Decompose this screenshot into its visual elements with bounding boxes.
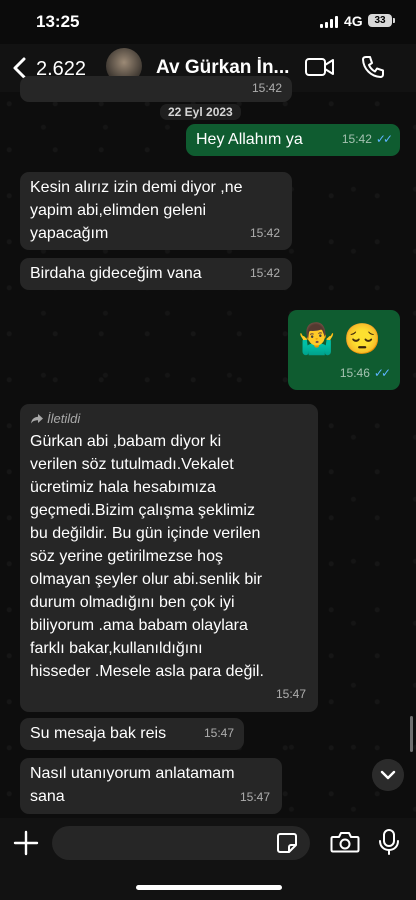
message-line: yapacağım (30, 225, 109, 242)
message-text: Su mesaja bak reis (30, 725, 167, 742)
signal-icon (320, 16, 340, 28)
message-line: geçmedi.Bizim çalışma şeklimiz (30, 502, 255, 519)
message-time: 15:47 (203, 726, 234, 740)
message-input[interactable] (52, 826, 310, 860)
message-meta: 15:46 ✓✓ (339, 362, 391, 385)
message-line: yapim abi,elimden geleni (30, 202, 207, 219)
message-time: 15:42 (341, 132, 372, 146)
message-text: Birdaha gideceğim vana (30, 265, 202, 282)
scroll-indicator[interactable] (410, 716, 413, 752)
microphone-icon[interactable] (378, 828, 400, 856)
forwarded-text: İletildi (47, 411, 81, 426)
message-bubble-incoming[interactable]: Kesin alırız izin demi diyor ,ne yapim a… (20, 172, 292, 250)
message-bubble-incoming[interactable]: Nasıl utanıyorum anlatamam sana 15:47 (20, 758, 282, 814)
camera-icon[interactable] (330, 830, 360, 854)
message-line: sana (30, 788, 65, 805)
message-line: Nasıl utanıyorum anlatamam (30, 765, 235, 782)
chevron-down-icon[interactable] (372, 759, 404, 791)
forwarded-label: İletildi (30, 410, 308, 428)
message-line: Kesin alırız izin demi diyor ,ne (30, 179, 243, 196)
date-separator: 22 Eyl 2023 (160, 104, 241, 120)
message-bubble-incoming[interactable]: Birdaha gideceğim vana 15:42 (20, 258, 292, 290)
read-ticks-icon: ✓✓ (373, 366, 391, 380)
home-indicator (136, 885, 282, 890)
message-time: 15:47 (275, 687, 306, 701)
message-line: bu değildir. Bu gün içinde verilen (30, 525, 261, 542)
message-line: biliyorum .ama babam olaylara (30, 617, 248, 634)
read-ticks-icon: ✓✓ (375, 132, 393, 146)
message-time: 15:42 (249, 226, 280, 240)
message-text: Hey Allahım ya (196, 131, 303, 148)
message-line: durum olmadığını ben çok iyi (30, 594, 235, 611)
status-bar: 13:25 4G 33 (0, 0, 416, 44)
message-bubble-outgoing-emoji[interactable]: 🤷‍♂️ 😔 15:46 ✓✓ (288, 310, 400, 390)
message-time: 15:42 (251, 81, 282, 95)
message-time: 15:46 (339, 366, 370, 380)
video-call-icon[interactable] (304, 55, 336, 79)
message-bubble-outgoing[interactable]: Hey Allahım ya 15:42 ✓✓ (186, 124, 400, 156)
message-bubble-forwarded[interactable]: İletildi Gürkan abi ,babam diyor ki veri… (20, 404, 318, 712)
message-line: ücretimiz hala hesabımıza (30, 479, 216, 496)
plus-icon[interactable] (13, 830, 39, 856)
battery-icon: 33 (368, 14, 395, 27)
message-line: hisseder .Mesele asla para değil. (30, 663, 264, 680)
network-type: 4G (344, 13, 363, 29)
message-bubble-incoming[interactable]: Su mesaja bak reis 15:47 (20, 718, 244, 750)
message-line: farklı bakar,kullanıldığını (30, 640, 203, 657)
emoji-text: 🤷‍♂️ 😔 (298, 323, 382, 356)
composer-bar (0, 818, 416, 900)
message-bubble-partial[interactable]: 15:42 (20, 76, 292, 102)
phone-icon[interactable] (360, 54, 386, 80)
message-time: 15:47 (239, 790, 270, 804)
sticker-icon[interactable] (276, 832, 298, 854)
message-time: 15:42 (249, 266, 280, 280)
message-line: söz yerine getirilmezse hoş (30, 548, 223, 565)
status-time: 13:25 (36, 12, 80, 31)
message-line: verilen söz tutulmadı.Vekalet (30, 456, 234, 473)
message-meta: 15:42 ✓✓ (341, 128, 393, 151)
message-line: olmayan şeyler olur abi.senlik bir (30, 571, 263, 588)
forward-icon (31, 414, 43, 424)
message-line: Gürkan abi ,babam diyor ki (30, 433, 222, 450)
